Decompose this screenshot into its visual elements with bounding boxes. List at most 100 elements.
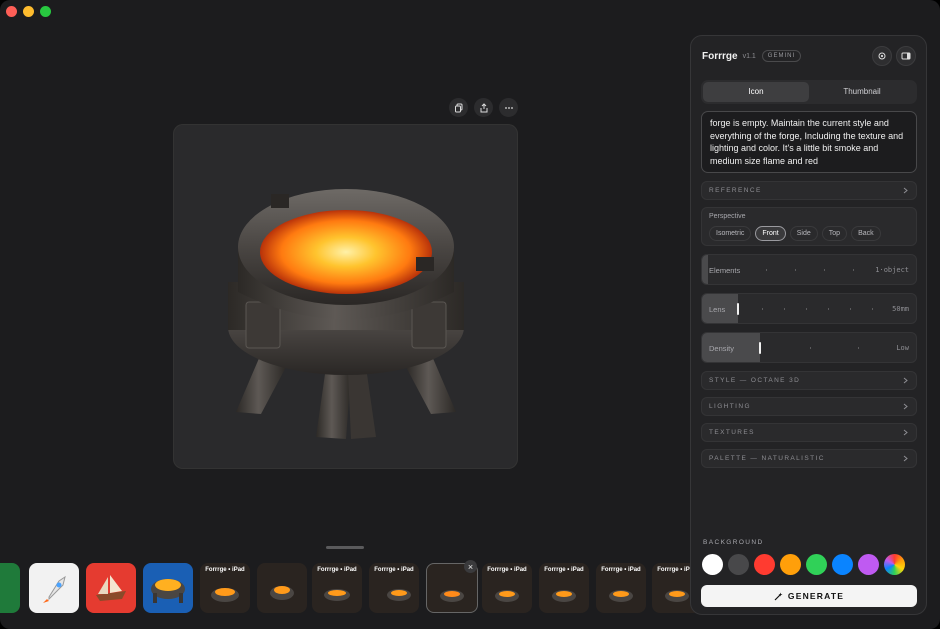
elements-slider[interactable]: Elements 1·object	[701, 254, 917, 285]
toggle-sidebar-button[interactable]	[896, 46, 916, 66]
thumbnail-item[interactable]: Forrrge • iPad	[369, 563, 419, 613]
perspective-section: Perspective Isometric Front Side Top Bac…	[701, 207, 917, 246]
perspective-options: Isometric Front Side Top Back	[709, 226, 881, 241]
perspective-option-front[interactable]: Front	[755, 226, 786, 241]
palette-label: PALETTE — NATURALISTIC	[709, 455, 825, 462]
slider-tick	[806, 308, 807, 310]
slider-tick	[810, 347, 811, 349]
thumbnail-item[interactable]: Forrrge • iPad	[482, 563, 532, 613]
slider-knob[interactable]	[737, 303, 739, 315]
ellipsis-icon	[504, 106, 513, 109]
swatch-purple[interactable]	[858, 554, 879, 575]
lens-slider[interactable]: Lens 50mm	[701, 293, 917, 324]
style-label: STYLE — OCTANE 3D	[709, 377, 801, 384]
thumbnail-item[interactable]	[257, 563, 307, 613]
elements-value: 1·object	[875, 266, 909, 274]
copy-icon	[454, 103, 462, 112]
copy-button[interactable]	[449, 98, 468, 117]
settings-button[interactable]	[872, 46, 892, 66]
chevron-right-icon	[903, 403, 908, 410]
background-swatches	[702, 554, 905, 575]
thumbnail-item[interactable]: Forrrge • iPad	[539, 563, 589, 613]
thumbnail-item[interactable]	[29, 563, 79, 613]
density-value: Low	[896, 344, 909, 352]
model-badge: GEMINI	[761, 50, 802, 62]
thumbnail-caption: Forrrge • iPad	[544, 567, 584, 573]
thumbnail-item[interactable]	[86, 563, 136, 613]
thumbnail-caption: Forrrge • iPad	[487, 567, 527, 573]
maximize-window-button[interactable]	[40, 6, 51, 17]
sidebar-icon	[901, 52, 911, 60]
swatch-rainbow[interactable]	[884, 554, 905, 575]
thumbnail-caption: Forrrge • iPad	[317, 567, 357, 573]
share-icon	[480, 102, 487, 112]
swatch-green[interactable]	[806, 554, 827, 575]
swatch-gray[interactable]	[728, 554, 749, 575]
textures-section[interactable]: TEXTURES	[701, 423, 917, 442]
remove-thumbnail-button[interactable]: ×	[464, 560, 477, 573]
strip-drag-handle[interactable]	[326, 546, 364, 549]
tab-icon[interactable]: Icon	[703, 82, 809, 102]
minimize-window-button[interactable]	[23, 6, 34, 17]
share-button[interactable]	[474, 98, 493, 117]
lens-label: Lens	[709, 305, 726, 314]
style-section[interactable]: STYLE — OCTANE 3D	[701, 371, 917, 390]
app-version: v1.1	[742, 52, 756, 60]
swatch-blue[interactable]	[832, 554, 853, 575]
swatch-white[interactable]	[702, 554, 723, 575]
forge-thumb-icon	[151, 579, 185, 603]
magic-wand-icon	[774, 592, 783, 600]
thumbnail-item[interactable]: Forrrge • iPad	[312, 563, 362, 613]
lighting-label: LIGHTING	[709, 403, 751, 410]
slider-tick	[850, 308, 851, 310]
settings-panel: Forrrge v1.1 GEMINI Icon Thumbnail forge…	[690, 35, 927, 615]
reference-section[interactable]: REFERENCE	[701, 181, 917, 200]
generate-button[interactable]: GENERATE	[701, 585, 917, 607]
chevron-right-icon	[903, 429, 908, 436]
density-slider[interactable]: Density Low	[701, 332, 917, 363]
slider-tick	[795, 269, 796, 271]
slider-knob[interactable]	[759, 342, 761, 354]
perspective-option-side[interactable]: Side	[789, 226, 818, 241]
thumbnail-item[interactable]: Forrrge • iPad	[200, 563, 250, 613]
thumbnail-caption: Forrrge • iPad	[205, 567, 245, 573]
gear-icon	[878, 52, 886, 60]
thumbnail-item[interactable]	[143, 563, 193, 613]
history-strip: Forrrge • iPad Forrrge • iPad Forrrge • …	[0, 560, 702, 617]
thumbnail-item[interactable]: Forrrge • iPad	[596, 563, 646, 613]
slider-tick	[828, 308, 829, 310]
forge-image	[227, 188, 464, 439]
lighting-section[interactable]: LIGHTING	[701, 397, 917, 416]
window-controls	[6, 6, 51, 17]
tab-thumbnail[interactable]: Thumbnail	[809, 82, 915, 102]
palette-section[interactable]: PALETTE — NATURALISTIC	[701, 449, 917, 468]
slider-tick	[762, 308, 763, 310]
swatch-red[interactable]	[754, 554, 775, 575]
rocket-icon	[43, 575, 66, 603]
background-title: BACKGROUND	[703, 539, 764, 546]
app-window: Forrrge • iPad Forrrge • iPad Forrrge • …	[0, 0, 940, 629]
generate-label: GENERATE	[787, 591, 845, 601]
lens-value: 50mm	[892, 305, 909, 313]
thumbnail-caption: Forrrge • iPad	[374, 567, 414, 573]
thumbnail-caption: Forrrge • iPad	[601, 567, 641, 573]
mode-tabs: Icon Thumbnail	[701, 80, 917, 104]
chevron-right-icon	[903, 377, 908, 384]
perspective-option-isometric[interactable]: Isometric	[709, 226, 752, 241]
density-label: Density	[709, 344, 735, 353]
close-window-button[interactable]	[6, 6, 17, 17]
app-name: Forrrge	[702, 50, 738, 62]
chevron-right-icon	[903, 187, 908, 194]
prompt-input[interactable]: forge is empty. Maintain the current sty…	[701, 111, 917, 173]
perspective-title: Perspective	[709, 213, 746, 220]
perspective-option-back[interactable]: Back	[851, 226, 881, 241]
thumbnail-item[interactable]	[0, 563, 20, 613]
more-button[interactable]	[499, 98, 518, 117]
slider-tick	[784, 308, 785, 310]
elements-label: Elements	[709, 266, 741, 275]
perspective-option-top[interactable]: Top	[821, 226, 848, 241]
swatch-orange[interactable]	[780, 554, 801, 575]
slider-fill	[702, 255, 708, 284]
canvas-toolbar	[449, 98, 518, 117]
boat-icon	[96, 575, 126, 601]
